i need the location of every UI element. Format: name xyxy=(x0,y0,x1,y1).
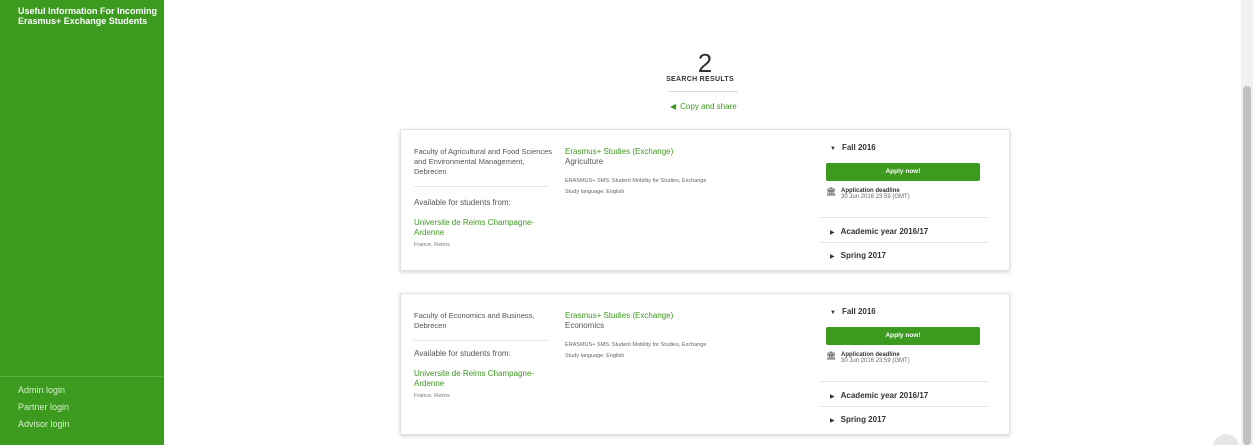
term-fall-toggle[interactable]: ▼ Fall 2016 xyxy=(830,143,876,152)
advisor-login-link[interactable]: Advisor login xyxy=(18,419,70,429)
institution-name: Faculty of Economics and Business, Debre… xyxy=(414,311,535,330)
results-divider xyxy=(668,91,738,92)
card-divider xyxy=(414,186,548,187)
institution-icon: 🏛 xyxy=(826,351,837,360)
partner-institution-link[interactable]: Universite de Reims Champagne-Ardenne xyxy=(414,369,564,389)
sidebar: Useful Information For Incoming Erasmus+… xyxy=(0,0,164,445)
study-language: Study language: English xyxy=(565,189,625,195)
term-academic-year-toggle[interactable]: ▶ Academic year 2016/17 xyxy=(830,227,928,236)
sidebar-link-useful-information[interactable]: Useful Information For Incoming Erasmus+… xyxy=(18,6,158,26)
partner-login-link[interactable]: Partner login xyxy=(18,402,69,412)
field-of-study: Economics xyxy=(565,321,605,330)
institution-name: Faculty of Agricultural and Food Science… xyxy=(414,147,552,176)
share-label: Copy and share xyxy=(680,102,737,111)
institution-icon: 🏛 xyxy=(826,187,837,196)
mobility-type: ERASMUS+ SMS: Student Mobility for Studi… xyxy=(565,178,707,184)
term-academic-year-toggle[interactable]: ▶ Academic year 2016/17 xyxy=(830,391,928,400)
caret-right-icon: ▶ xyxy=(830,418,835,424)
partner-location: France, Reims xyxy=(414,242,450,248)
term-spring-toggle[interactable]: ▶ Spring 2017 xyxy=(830,251,886,260)
share-icon: ◀ xyxy=(670,102,677,111)
deadline-date: 30 Jun 2016 23:59 (GMT) xyxy=(841,358,910,364)
caret-right-icon: ▶ xyxy=(830,230,835,236)
term-divider xyxy=(820,406,988,407)
term-divider xyxy=(820,381,988,382)
term-label: Fall 2016 xyxy=(841,143,876,152)
apply-now-button[interactable]: Apply now! xyxy=(826,163,980,181)
term-label: Fall 2016 xyxy=(841,307,876,316)
available-label: Available for students from: xyxy=(414,349,511,358)
term-spring-toggle[interactable]: ▶ Spring 2017 xyxy=(830,415,886,424)
caret-right-icon: ▶ xyxy=(830,394,835,400)
result-card: Faculty of Economics and Business, Debre… xyxy=(400,293,1010,435)
results-count: 2 xyxy=(697,48,713,78)
result-card: Faculty of Agricultural and Food Science… xyxy=(400,129,1010,271)
results-label: SEARCH RESULTS xyxy=(666,76,734,83)
study-language: Study language: English xyxy=(565,353,625,359)
card-divider xyxy=(414,340,548,341)
partner-location: France, Reims xyxy=(414,393,450,399)
available-label: Available for students from: xyxy=(414,198,511,207)
term-label: Academic year 2016/17 xyxy=(840,391,929,400)
term-fall-toggle[interactable]: ▼ Fall 2016 xyxy=(830,307,876,316)
copy-and-share-link[interactable]: ◀ Copy and share xyxy=(670,102,737,111)
sidebar-divider xyxy=(0,376,164,377)
term-divider xyxy=(820,242,988,243)
program-link[interactable]: Erasmus+ Studies (Exchange) xyxy=(565,311,673,320)
scroll-to-top-button[interactable] xyxy=(1213,434,1239,445)
caret-down-icon: ▼ xyxy=(830,310,836,316)
term-label: Academic year 2016/17 xyxy=(840,227,929,236)
apply-now-button[interactable]: Apply now! xyxy=(826,327,980,345)
scrollbar-thumb[interactable] xyxy=(1243,86,1251,445)
term-label: Spring 2017 xyxy=(840,415,886,424)
partner-institution-link[interactable]: Universite de Reims Champagne-Ardenne xyxy=(414,218,564,238)
program-link[interactable]: Erasmus+ Studies (Exchange) xyxy=(565,147,673,156)
term-divider xyxy=(820,217,988,218)
admin-login-link[interactable]: Admin login xyxy=(18,385,65,395)
term-label: Spring 2017 xyxy=(840,251,886,260)
caret-down-icon: ▼ xyxy=(830,146,836,152)
page-root: Useful Information For Incoming Erasmus+… xyxy=(0,0,1253,445)
field-of-study: Agriculture xyxy=(565,157,604,166)
deadline-date: 30 Jun 2016 23:59 (GMT) xyxy=(841,194,910,200)
page-scrollbar[interactable] xyxy=(1241,0,1253,445)
caret-right-icon: ▶ xyxy=(830,254,835,260)
mobility-type: ERASMUS+ SMS: Student Mobility for Studi… xyxy=(565,342,707,348)
